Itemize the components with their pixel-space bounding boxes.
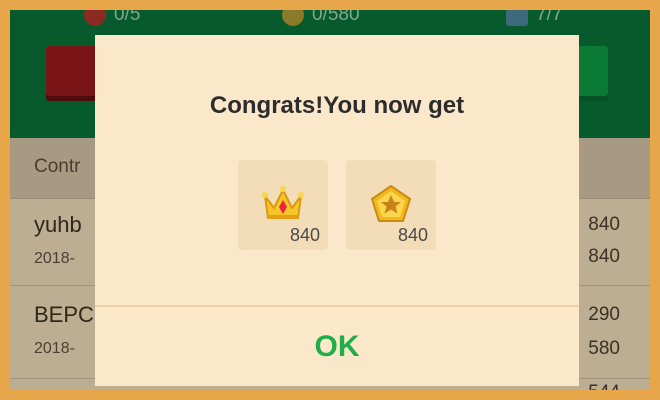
- stars-count: 0/5: [114, 10, 141, 25]
- row-1-date: 2018-: [34, 250, 75, 267]
- reward-coin: 840: [346, 160, 436, 250]
- coins-count: 0/580: [312, 10, 360, 25]
- ok-button[interactable]: OK: [95, 307, 579, 386]
- list-header-label: Contr: [34, 156, 81, 177]
- row-1-value-1: 840: [588, 214, 620, 235]
- reward-dialog: Congrats!You now get 840 840 OK: [95, 35, 579, 386]
- row-1-value-2: 840: [588, 246, 620, 267]
- row-2-value-1: 290: [588, 304, 620, 325]
- dialog-title: Congrats!You now get: [209, 92, 465, 119]
- star-icon: [84, 10, 106, 26]
- gems-stat: 7/7: [506, 10, 562, 26]
- row-1-name: yuhb: [34, 212, 82, 237]
- app-frame: 0/5 0/580 7/7 e Contr yuhb 2018- 840 840…: [10, 10, 650, 390]
- gems-count: 7/7: [536, 10, 563, 25]
- row-3-value: 544: [588, 382, 620, 390]
- row-2-value-2: 580: [588, 338, 620, 359]
- stars-stat: 0/5: [84, 10, 140, 26]
- gem-icon: [506, 10, 528, 26]
- coins-stat: 0/580: [282, 10, 360, 26]
- coin-icon: [282, 10, 304, 26]
- reward-crown-amount: 840: [289, 225, 320, 245]
- star-coin-icon: [371, 185, 411, 222]
- row-2-date: 2018-: [34, 340, 75, 357]
- reward-coin-amount: 840: [397, 225, 428, 245]
- row-2-name: BEPC: [34, 302, 94, 327]
- reward-crown: 840: [238, 160, 328, 250]
- crown-icon: [262, 186, 304, 219]
